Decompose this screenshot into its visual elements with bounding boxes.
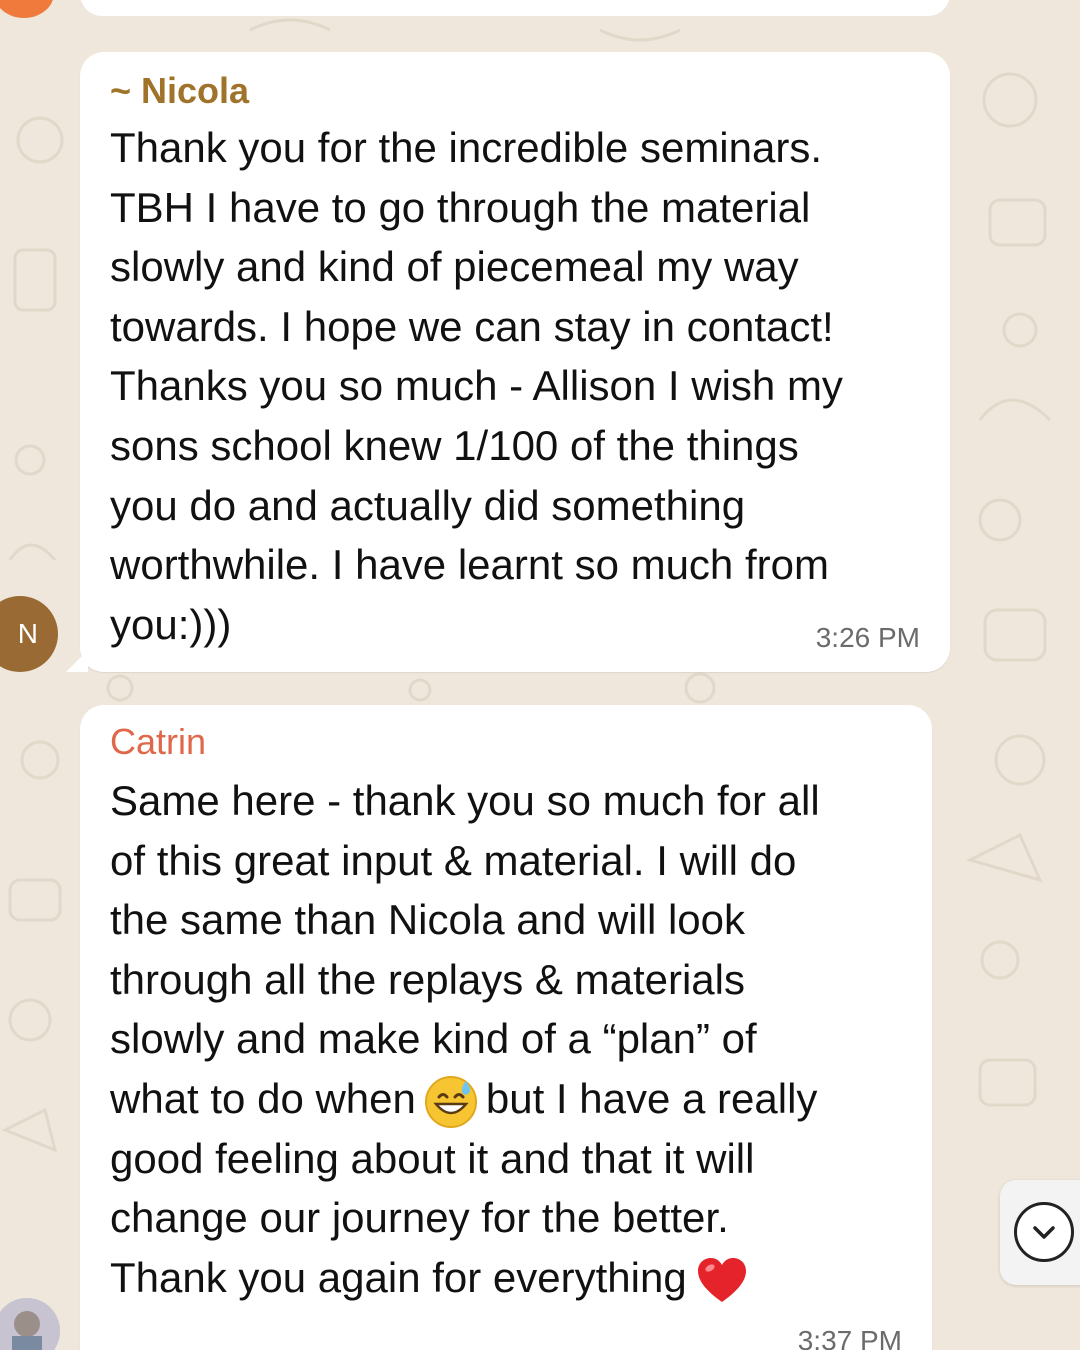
message-line: slowly and make kind of a “plan” of	[110, 1015, 757, 1063]
sender-name[interactable]: Catrin	[110, 721, 206, 763]
message-line: Same here - thank you so much for all	[110, 777, 820, 824]
message-timestamp: 3:37 PM	[797, 1325, 902, 1350]
message-line: Thanks you so much - Allison I wish my	[110, 362, 843, 410]
message-line: Thank you again for everything	[110, 1248, 820, 1308]
message-line: the same than Nicola and will look	[110, 896, 746, 944]
message-text: Thank you for the incredible seminars. T…	[110, 118, 843, 654]
avatar[interactable]	[0, 0, 54, 18]
message-line-segment: Thank you again for everything	[110, 1254, 687, 1302]
chevron-down-icon	[1033, 1226, 1055, 1239]
message-line: of this great input & material. I will d…	[110, 836, 797, 884]
scroll-down-panel	[1000, 1180, 1080, 1285]
grinning-sweat-emoji	[424, 1075, 477, 1128]
message-line: change our journey for the better.	[110, 1194, 729, 1242]
message-line: Thank you for the incredible seminars.	[110, 124, 823, 171]
profile-photo-icon	[0, 1298, 60, 1350]
message-bubble-previous	[80, 0, 950, 16]
sender-name[interactable]: ~ Nicola	[110, 70, 249, 112]
message-line: you:)))	[110, 600, 232, 648]
message-bubble[interactable]: Catrin Same here - thank you so much for…	[80, 705, 932, 1350]
red-heart-emoji	[697, 1257, 746, 1302]
message-line-segment: what to do when	[110, 1074, 416, 1122]
message-line-segment: but I have a really	[485, 1074, 818, 1122]
message-line: worthwhile. I have learnt so much from	[110, 541, 829, 589]
message-line: towards. I hope we can stay in contact!	[110, 302, 834, 350]
message-line: TBH I have to go through the material	[110, 183, 811, 231]
message-text: Same here - thank you so much for all of…	[110, 771, 820, 1308]
avatar[interactable]	[0, 1298, 60, 1350]
message-timestamp: 3:26 PM	[815, 622, 920, 653]
bubble-tail	[66, 650, 88, 672]
avatar[interactable]: N	[0, 596, 58, 672]
message-bubble[interactable]: ~ Nicola Thank you for the incredible se…	[66, 52, 950, 672]
message-line: sons school knew 1/100 of the things	[110, 421, 799, 469]
message-line: slowly and kind of piecemeal my way	[110, 243, 799, 291]
scroll-to-bottom-button[interactable]	[1014, 1202, 1074, 1262]
message-line: good feeling about it and that it will	[110, 1134, 755, 1182]
message-line: you do and actually did something	[110, 481, 746, 529]
message-line: what to do when but I have a really	[110, 1069, 820, 1129]
message-line: through all the replays & materials	[110, 955, 745, 1003]
